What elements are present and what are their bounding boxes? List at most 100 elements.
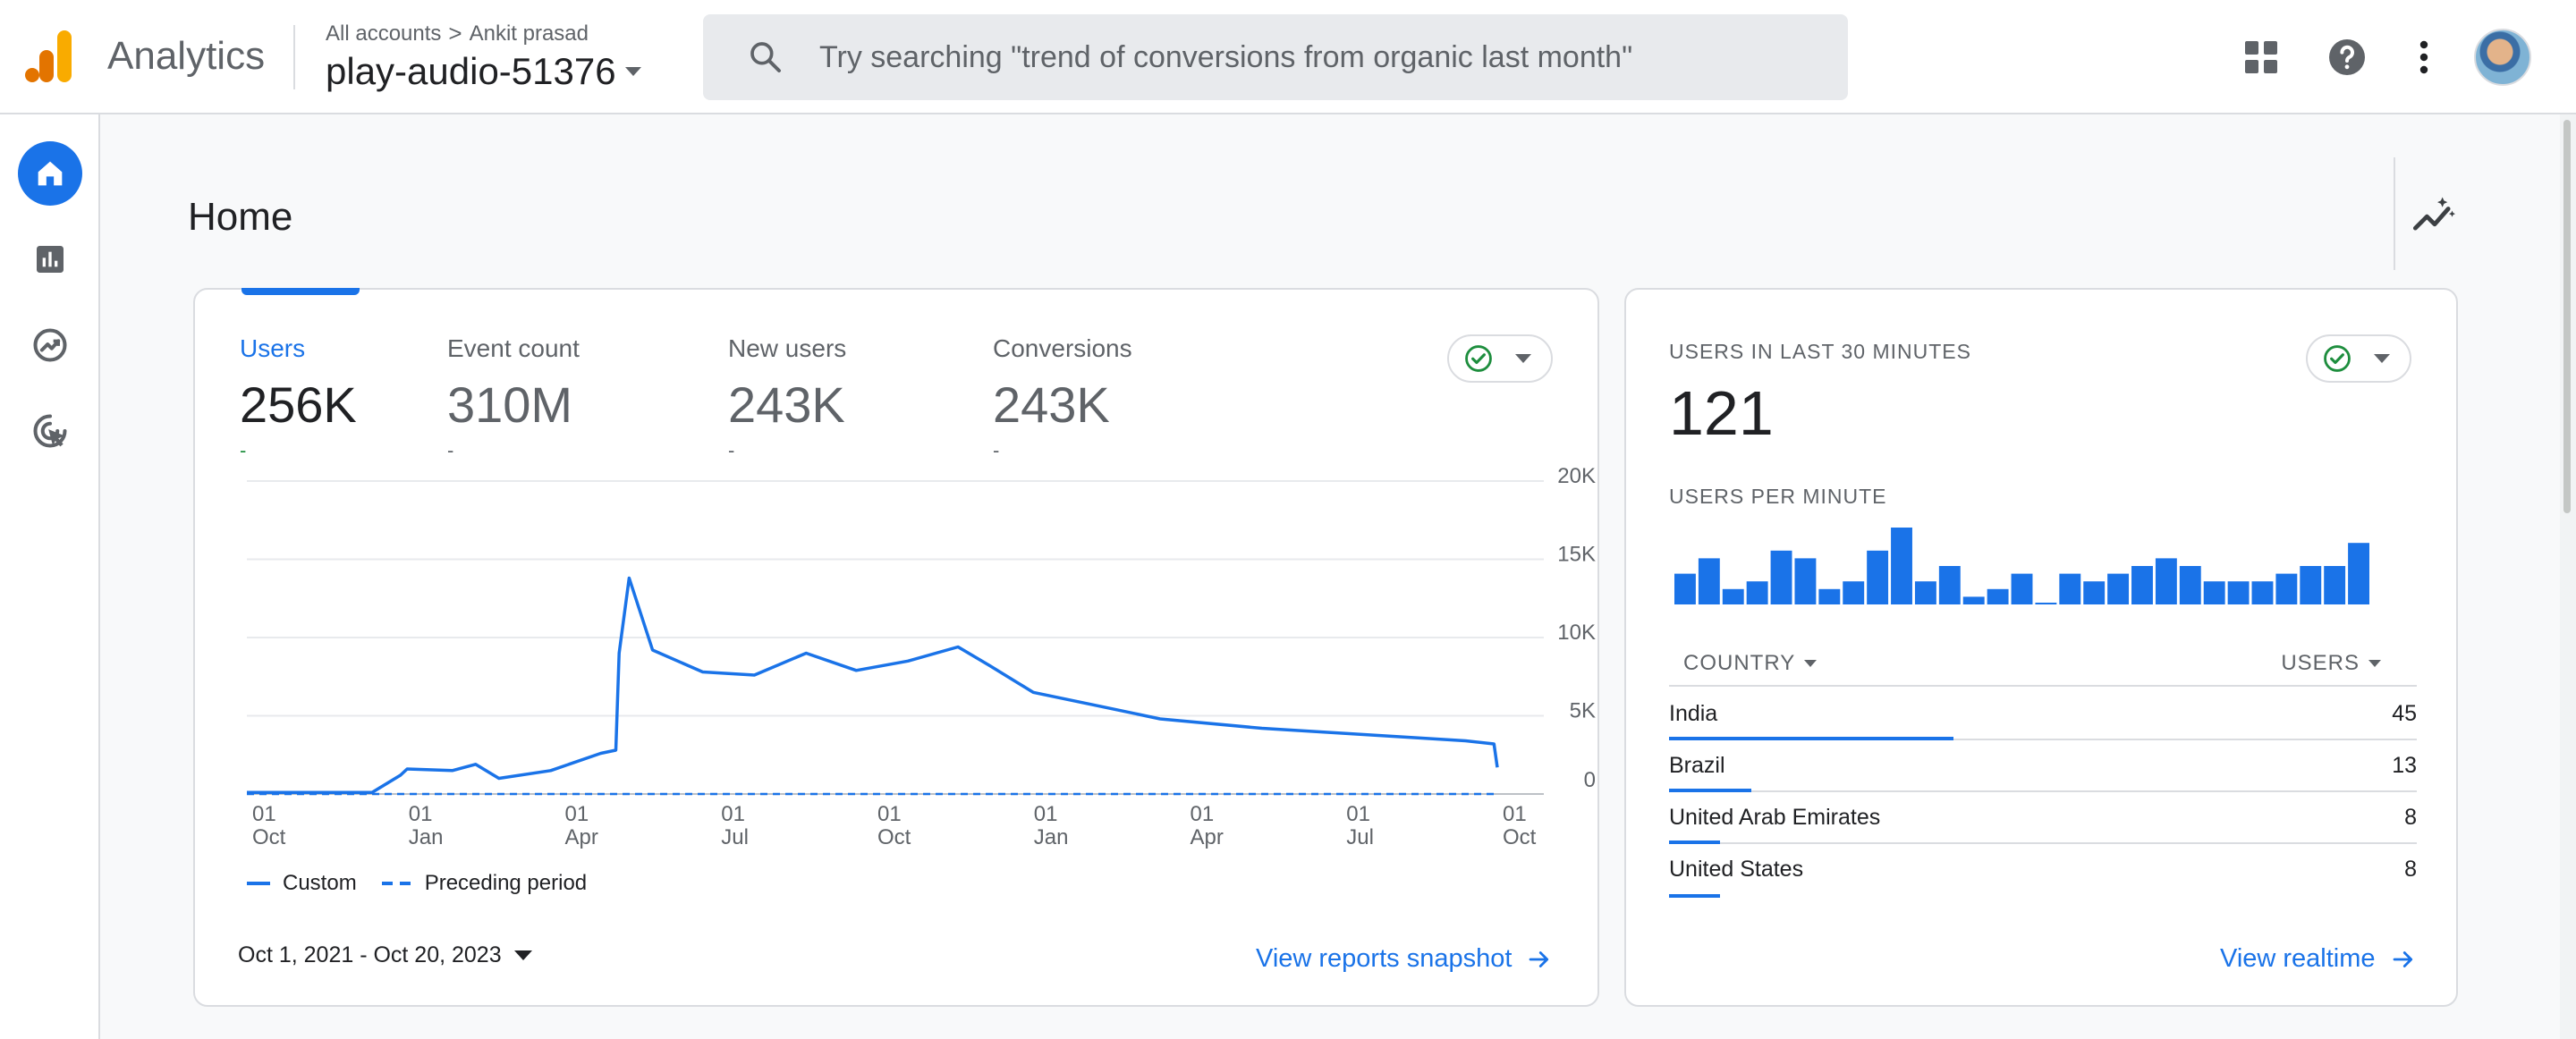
x-tick-label: 01 [1034,802,1058,826]
y-tick-label: 10K [1557,621,1596,645]
legend-swatch-solid [247,882,270,885]
view-reports-snapshot-link[interactable]: View reports snapshot [1256,944,1553,974]
chart-legend: Custom Preceding period [247,871,587,896]
sort-arrow-icon [1804,660,1818,667]
apps-grid-icon[interactable] [2240,36,2283,79]
y-tick-label: 5K [1570,699,1596,723]
minute-bar [1794,558,1817,604]
dropdown-arrow-icon [624,67,641,76]
breadcrumb-account[interactable]: All accounts [326,21,441,46]
minute-bar [2300,566,2322,604]
country-users: 8 [2404,857,2417,882]
help-icon[interactable] [2326,36,2368,79]
avatar[interactable] [2474,29,2531,86]
country-share-bar [1669,894,1721,898]
property-selector[interactable]: play-audio-51376 [326,50,641,93]
header-divider [293,25,295,89]
page-title: Home [188,195,293,239]
search-placeholder: Try searching "trend of conversions from… [819,39,1633,74]
minute-bar [2275,573,2298,604]
x-tick-label: Oct [1503,825,1537,849]
col-users-sort[interactable]: USERS [2281,651,2381,676]
minute-bar [2324,566,2346,604]
minute-bar [2155,558,2177,604]
breadcrumb-user[interactable]: Ankit prasad [470,21,589,46]
minute-bar [2035,603,2057,604]
link-label: View realtime [2220,944,2376,973]
breadcrumb[interactable]: All accounts > Ankit prasad [326,20,589,47]
date-range-selector[interactable]: Oct 1, 2021 - Oct 20, 2023 [238,942,532,968]
nav-advertising[interactable] [18,399,82,463]
x-tick-label: Oct [252,825,286,849]
legend-label-previous: Preceding period [424,871,588,895]
minute-bar [1746,581,1768,604]
minute-bar [2059,573,2081,604]
ads-target-icon [33,414,67,448]
x-tick-label: 01 [1346,802,1370,826]
minute-bar [2179,566,2201,604]
country-name: India [1669,701,1718,726]
users-per-minute-chart[interactable] [1626,290,2456,612]
chevron-right-icon: > [448,20,462,46]
y-tick-label: 0 [1584,768,1596,792]
overview-card: Users 256K - Event count 310M - New user… [193,288,1599,1007]
minute-bar [2083,581,2106,604]
nav-reports[interactable] [18,227,82,291]
nav-home[interactable] [18,141,82,206]
top-app-bar: Analytics All accounts > Ankit prasad pl… [0,0,2576,114]
scrollbar-thumb[interactable] [2563,120,2571,513]
x-tick-label: 01 [409,802,433,826]
minute-bar [1770,550,1792,604]
table-row[interactable]: United States 8 [1669,844,2417,898]
date-range-text: Oct 1, 2021 - Oct 20, 2023 [238,942,502,967]
minute-bar [1867,550,1889,604]
minute-bar [2107,573,2130,604]
minute-bar [1843,581,1865,604]
minute-bar [2348,543,2369,604]
y-tick-label: 20K [1557,464,1596,488]
minute-bar [1722,588,1744,604]
table-row[interactable]: Brazil 13 [1669,740,2417,792]
col-country-sort[interactable]: COUNTRY [1683,651,1818,676]
minute-bar [1962,596,1985,604]
more-vert-icon[interactable] [2402,36,2445,79]
minute-bar [1938,566,1961,604]
arrow-forward-icon [1530,950,1549,967]
search-bar[interactable]: Try searching "trend of conversions from… [703,14,1848,100]
country-users: 8 [2404,805,2417,830]
x-tick-label: 01 [721,802,745,826]
analytics-logo[interactable] [25,29,75,86]
header-right-divider [2394,157,2395,270]
nav-explore[interactable] [18,313,82,377]
app-name: Analytics [107,34,266,78]
dropdown-arrow-icon [513,950,532,960]
minute-bar [1914,581,1936,604]
x-tick-label: Oct [877,825,911,849]
table-row[interactable]: India 45 [1669,688,2417,740]
table-row[interactable]: United Arab Emirates 8 [1669,792,2417,844]
minute-bar [2011,573,2033,604]
country-name: United States [1669,857,1804,882]
x-tick-label: Apr [1191,825,1224,849]
series-line-current [247,576,1499,795]
y-tick-label: 15K [1557,543,1596,567]
x-tick-label: 01 [252,802,276,826]
x-tick-label: Jul [721,825,749,849]
legend-label-current: Custom [283,871,357,895]
users-line-chart[interactable]: 20K15K10K5K001Oct01Jan01Apr01Jul01Oct01J… [195,290,1597,862]
insights-icon[interactable] [2411,191,2458,238]
country-table-header: COUNTRY USERS [1669,638,2417,687]
x-tick-label: 01 [877,802,902,826]
minute-bar [2227,581,2250,604]
x-tick-label: Apr [565,825,598,849]
legend-swatch-dashed [381,882,412,885]
col-users-label: USERS [2281,651,2360,675]
x-tick-label: 01 [1191,802,1215,826]
left-nav-rail [0,114,100,1039]
x-tick-label: 01 [565,802,589,826]
minute-bar [1698,558,1720,604]
minute-bar [2203,581,2225,604]
view-realtime-link[interactable]: View realtime [2220,944,2417,974]
minute-bar [1987,588,2009,604]
x-tick-label: Jan [1034,825,1069,849]
